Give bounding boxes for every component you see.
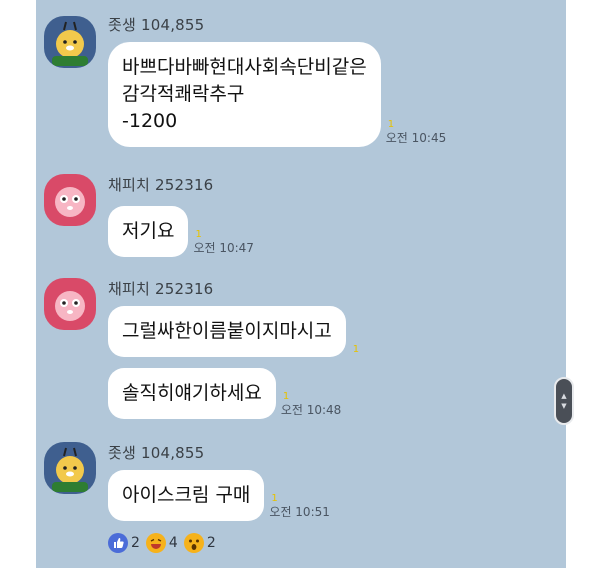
scroll-handle[interactable]: ▲ ▼ (554, 377, 574, 425)
lion-character-icon[interactable] (44, 442, 96, 494)
message-meta: 1 오전 10:47 (193, 229, 253, 257)
chevron-up-icon: ▲ (561, 392, 567, 400)
message-time: 오전 10:51 (269, 505, 330, 519)
reaction-count: 2 (131, 535, 140, 551)
reaction-count: 2 (206, 535, 216, 551)
message-row: 저기요 1 오전 10:47 (108, 206, 254, 257)
sender-name: 채피치 252316 (108, 280, 214, 298)
sender-name: 채피치 252316 (108, 176, 214, 194)
peach-character-icon[interactable] (44, 174, 96, 226)
message-time: 오전 10:47 (193, 241, 254, 255)
reactions-bar: 2 4 2 (108, 533, 222, 553)
lion-character-icon[interactable] (44, 16, 96, 68)
laughing-face-icon (145, 533, 166, 553)
message-time: 오전 10:48 (280, 403, 342, 417)
unread-count: 1 (282, 391, 290, 402)
peach-character-icon[interactable] (44, 278, 96, 330)
message-bubble[interactable]: 솔직히얘기하세요 (108, 368, 276, 419)
unread-count: 1 (195, 229, 202, 240)
thumbs-up-icon (108, 533, 128, 553)
message-time: 오전 10:45 (385, 131, 447, 145)
unread-count: 1 (271, 493, 278, 504)
message-row: 바쁘다바빠현대사회속단비같은 감각적쾌락추구 -1200 1 오전 10:45 (108, 42, 446, 147)
reaction-surprised[interactable]: 2 (183, 533, 216, 553)
message-row: 그럴싸한이름붙이지마시고 1 (108, 306, 359, 357)
message-bubble[interactable]: 아이스크림 구매 (108, 470, 265, 521)
message-meta: 1 (351, 344, 359, 357)
reaction-thumbs-up[interactable]: 2 (108, 533, 140, 553)
message-meta: 1 오전 10:51 (269, 493, 329, 521)
message-meta: 1 오전 10:45 (386, 119, 446, 147)
unread-count: 1 (352, 344, 360, 355)
reaction-laughing[interactable]: 4 (145, 533, 178, 553)
message-bubble[interactable]: 바쁘다바빠현대사회속단비같은 감각적쾌락추구 -1200 (108, 42, 381, 147)
message-bubble[interactable]: 저기요 (108, 206, 189, 257)
surprised-face-icon (183, 533, 204, 553)
message-bubble[interactable]: 그럴싸한이름붙이지마시고 (108, 306, 346, 357)
unread-count: 1 (387, 119, 395, 130)
message-row: 아이스크림 구매 1 오전 10:51 (108, 470, 330, 521)
message-meta: 1 오전 10:48 (281, 391, 341, 419)
sender-name: 좃생 104,855 (108, 16, 205, 34)
chat-room: 좃생 104,855 바쁘다바빠현대사회속단비같은 감각적쾌락추구 -1200 … (36, 0, 566, 568)
message-row: 솔직히얘기하세요 1 오전 10:48 (108, 368, 341, 419)
chevron-down-icon: ▼ (561, 402, 567, 410)
reaction-count: 4 (168, 535, 178, 551)
sender-name: 좃생 104,855 (108, 444, 205, 462)
